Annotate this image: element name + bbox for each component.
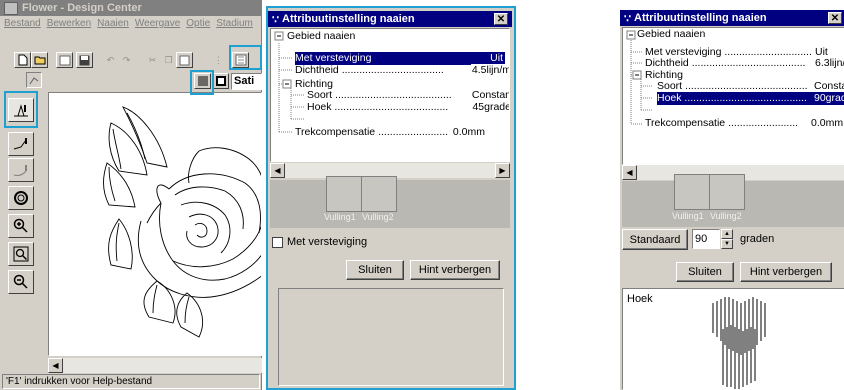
dialog2-close-button[interactable]: Sluiten xyxy=(676,262,734,282)
app-titlebar[interactable]: Flower - Design Center xyxy=(0,0,262,16)
design-canvas[interactable] xyxy=(48,92,262,356)
toolbar-main: ↶ ↷ ✂ ❐ ⋮ xyxy=(14,52,259,70)
stitch-type-icon[interactable] xyxy=(194,73,211,89)
paste-icon[interactable] xyxy=(176,52,193,68)
zoom-out-icon[interactable] xyxy=(8,270,34,294)
dialog2-preview-label2: Vulling2 xyxy=(710,211,742,221)
dialog1-close-icon[interactable]: ✕ xyxy=(494,13,508,25)
dialog1-checkbox-versteviging[interactable]: Met versteviging xyxy=(272,236,367,248)
dialog2-hint-title: Hoek xyxy=(627,293,653,305)
dialog1-scroll-left-icon[interactable]: ◀ xyxy=(270,163,285,178)
zoom-fit-icon[interactable] xyxy=(8,242,34,266)
menu-weergave[interactable]: Weergave xyxy=(135,18,180,32)
dialog1-preview-label1: Vulling1 xyxy=(324,212,356,222)
scroll-left-arrow[interactable]: ◀ xyxy=(48,358,63,373)
copy-icon[interactable]: ❐ xyxy=(160,52,177,68)
menu-stadium[interactable]: Stadium xyxy=(216,18,253,32)
menu-optie[interactable]: Optie xyxy=(186,18,210,32)
dialog2-angle-unit: graden xyxy=(740,233,775,245)
dialog1-hint-button[interactable]: Hint verbergen xyxy=(410,260,500,280)
dialog2-tree-item-hoek[interactable]: Hoek ...................................… xyxy=(657,92,844,105)
status-bar: 'F1' indrukken voor Help-bestand xyxy=(2,374,260,389)
shape-tool[interactable] xyxy=(8,186,34,210)
dialog2-hint-panel: Hoek xyxy=(622,288,844,390)
dialog1-title: Attribuutinstelling naaien xyxy=(282,13,415,25)
dialog2-tree[interactable]: Gebied naaien Met versteviging .........… xyxy=(622,27,844,165)
app-icon xyxy=(4,1,18,15)
menu-bar: Bestand Bewerken Naaien Weergave Optie S… xyxy=(4,18,259,32)
dialog1-preview-fill1 xyxy=(326,176,362,212)
design-center-window: Flower - Design Center Bestand Bewerken … xyxy=(0,0,262,390)
dialog2-angle-input[interactable]: 90 xyxy=(692,229,720,249)
dialog1-tree-item-hoek[interactable]: Hoek ...................................… xyxy=(307,101,509,114)
curve-tool[interactable] xyxy=(8,158,34,182)
dialog1-tree-item-trekcompensatie[interactable]: Trekcompensatie ........................… xyxy=(295,126,485,139)
redo-icon[interactable]: ↷ xyxy=(118,52,135,68)
dialog1-tree[interactable]: Gebied naaien Met versteviging Uit Dicht… xyxy=(270,28,510,162)
dialog1-hint-panel xyxy=(278,288,504,386)
rose-outline xyxy=(103,106,261,338)
dialog2-hint-stitch-illustration xyxy=(712,297,766,389)
dialog2-grip-icon: ∵ xyxy=(624,12,631,25)
spin-down-icon[interactable]: ▼ xyxy=(721,239,733,249)
dialog2-close-icon[interactable]: ✕ xyxy=(828,12,842,24)
dialog1-scroll-right-icon[interactable]: ▶ xyxy=(495,163,510,178)
spin-up-icon[interactable]: ▲ xyxy=(721,229,733,239)
dialog2-hint-button[interactable]: Hint verbergen xyxy=(740,262,832,282)
color-icon[interactable] xyxy=(212,73,229,89)
menu-bewerken[interactable]: Bewerken xyxy=(47,18,91,32)
import-icon[interactable] xyxy=(56,52,73,68)
dialog1-preview-fill2 xyxy=(361,176,397,212)
cut-icon[interactable]: ✂ xyxy=(144,52,161,68)
attribute-setting-icon[interactable] xyxy=(232,52,249,68)
dialog1-close-button[interactable]: Sluiten xyxy=(346,260,404,280)
attribute-dialog-2: ∵ Attribuutinstelling naaien ✕ Gebied na… xyxy=(620,10,844,390)
dialog2-tree-item-trekcompensatie[interactable]: Trekcompensatie ........................… xyxy=(645,117,844,130)
region-sew-tool[interactable] xyxy=(8,98,34,122)
dialog2-scroll-left-icon[interactable]: ◀ xyxy=(622,165,637,180)
dialog2-preview-fill2 xyxy=(709,174,745,210)
app-title: Flower - Design Center xyxy=(22,2,142,14)
dialog2-angle-spinner[interactable]: ▲ ▼ xyxy=(721,229,733,249)
dialog2-titlebar[interactable]: ∵ Attribuutinstelling naaien ✕ xyxy=(620,10,844,26)
dialog2-title: Attribuutinstelling naaien xyxy=(634,12,767,24)
menu-naaien[interactable]: Naaien xyxy=(97,18,129,32)
select-icon[interactable]: ⋮ xyxy=(210,52,227,68)
dialog1-preview-label2: Vulling2 xyxy=(362,212,394,222)
line-tool[interactable] xyxy=(8,132,34,156)
checkbox-box[interactable] xyxy=(272,236,283,248)
menu-bestand[interactable]: Bestand xyxy=(4,18,41,32)
save-icon[interactable] xyxy=(76,52,93,68)
undo-icon[interactable]: ↶ xyxy=(102,52,119,68)
dialog1-tree-root[interactable]: Gebied naaien xyxy=(287,30,355,43)
new-file-icon[interactable] xyxy=(14,52,31,68)
stitch-combo[interactable]: Sati xyxy=(231,73,262,90)
dialog2-tree-root[interactable]: Gebied naaien xyxy=(637,28,705,41)
dialog2-standard-button[interactable]: Standaard xyxy=(622,229,688,250)
attribute-dialog-1: ∵ Attribuutinstelling naaien ✕ Gebied na… xyxy=(266,6,516,390)
status-text: 'F1' indrukken voor Help-bestand xyxy=(6,376,153,387)
dialog1-titlebar[interactable]: ∵ Attribuutinstelling naaien ✕ xyxy=(268,11,512,27)
dialog1-grip-icon: ∵ xyxy=(272,13,279,26)
dialog2-preview-fill1 xyxy=(674,174,710,210)
zoom-in-icon[interactable] xyxy=(8,214,34,238)
dialog2-preview-label1: Vulling1 xyxy=(672,211,704,221)
outline-tool-icon[interactable] xyxy=(26,72,42,88)
dialog1-tree-item-dichtheid[interactable]: Dichtheid ..............................… xyxy=(295,64,509,77)
open-file-icon[interactable] xyxy=(31,52,48,68)
canvas-scrollbar-h[interactable]: ◀ xyxy=(48,358,262,373)
